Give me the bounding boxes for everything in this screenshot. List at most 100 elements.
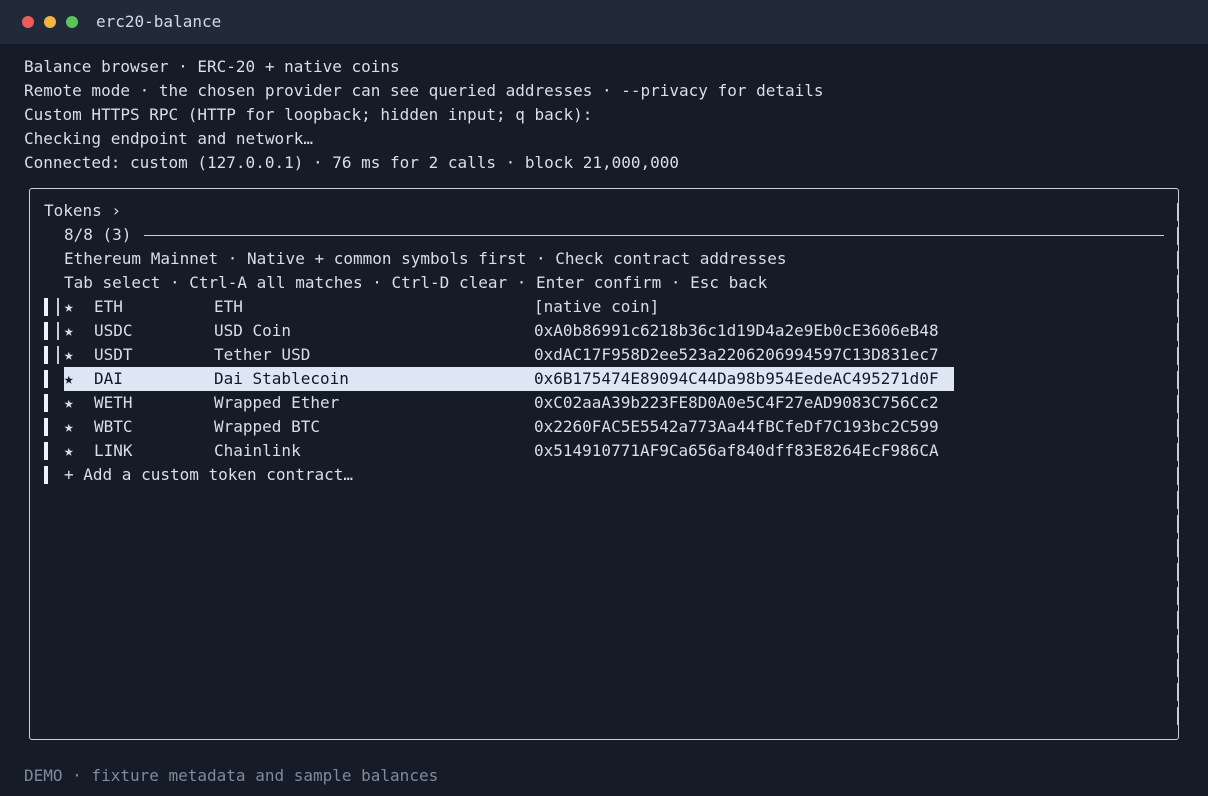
row-gutter-marker — [44, 394, 48, 412]
panel-border-segment — [1177, 443, 1178, 461]
panel-border-segment — [1177, 227, 1178, 245]
maximize-window-icon[interactable] — [66, 16, 78, 28]
panel-border-segment — [29, 515, 30, 533]
token-symbol: LINK — [94, 441, 133, 460]
panel-border-segment — [29, 467, 30, 485]
panel-border-segment — [29, 251, 30, 269]
token-symbol: WETH — [94, 393, 133, 412]
panel-border-segment — [1177, 563, 1178, 581]
selected-marker — [57, 322, 59, 340]
keys-help: Tab select · Ctrl-A all matches · Ctrl-D… — [64, 273, 768, 292]
panel-border-segment — [1177, 371, 1178, 389]
panel-border-segment — [1177, 515, 1178, 533]
panel-border-segment — [1177, 587, 1178, 605]
panel-border-segment — [1177, 611, 1178, 629]
panel-border-segment — [29, 539, 30, 557]
token-name: Dai Stablecoin — [214, 369, 349, 388]
panel-border-segment — [1177, 323, 1178, 341]
panel-border-segment — [29, 611, 30, 629]
header-line-checking: Checking endpoint and network… — [24, 129, 313, 148]
panel-border-segment — [1177, 347, 1178, 365]
network-info: Ethereum Mainnet · Native + common symbo… — [64, 249, 787, 268]
selected-marker — [57, 298, 59, 316]
token-row-link[interactable]: ★ LINK Chainlink 0x514910771AF9Ca656af840df… — [64, 439, 964, 463]
panel-title: Tokens › — [44, 201, 122, 220]
token-address: 0x2260FAC5E5542a773Aa44fBCfeDf7C193bc2C5… — [534, 417, 939, 436]
demo-footer: DEMO · fixture metadata and sample balan… — [24, 766, 439, 785]
panel-border-segment — [29, 227, 30, 245]
panel-border-segment — [1177, 251, 1178, 269]
favorite-star-icon: ★ — [64, 297, 74, 316]
panel-border-segment — [1177, 635, 1178, 653]
panel-divider — [144, 235, 1164, 236]
favorite-star-icon: ★ — [64, 321, 74, 340]
token-symbol: DAI — [94, 369, 123, 388]
favorite-star-icon: ★ — [64, 441, 74, 460]
close-window-icon[interactable] — [22, 16, 34, 28]
panel-border-segment — [1177, 203, 1178, 221]
token-name: Wrapped Ether — [214, 393, 340, 412]
panel-border-segment — [29, 683, 30, 701]
panel-border-segment — [29, 347, 30, 365]
token-address: 0xdAC17F958D2ee523a2206206994597C13D831e… — [534, 345, 939, 364]
panel-border-segment — [1177, 419, 1178, 437]
add-custom-token-button[interactable]: + Add a custom token contract… — [64, 463, 353, 487]
minimize-window-icon[interactable] — [44, 16, 56, 28]
row-gutter-marker — [44, 442, 48, 460]
panel-border-segment — [29, 419, 30, 437]
favorite-star-icon: ★ — [64, 393, 74, 412]
panel-border-segment — [1177, 707, 1178, 725]
token-name: Chainlink — [214, 441, 301, 460]
header-line-title: Balance browser · ERC-20 + native coins — [24, 57, 400, 76]
row-gutter-marker — [44, 370, 48, 388]
cursor-gutter-marker — [44, 466, 48, 484]
favorite-star-icon: ★ — [64, 345, 74, 364]
panel-border-segment — [1177, 491, 1178, 509]
token-name: Wrapped BTC — [214, 417, 320, 436]
selected-marker — [57, 346, 59, 364]
token-row-eth[interactable]: ★ ETH ETH [native coin] — [64, 295, 964, 319]
panel-border-segment — [29, 659, 30, 677]
panel-border-segment — [29, 443, 30, 461]
panel-border-segment — [29, 299, 30, 317]
token-name: USD Coin — [214, 321, 292, 340]
token-address: 0xC02aaA39b223FE8D0A0e5C4F27eAD9083C756C… — [534, 393, 939, 412]
token-row-dai[interactable]: ★ DAI Dai Stablecoin 0x6B175474E89094C44Da9… — [64, 367, 954, 391]
header-line-rpc-prompt: Custom HTTPS RPC (HTTP for loopback; hid… — [24, 105, 593, 124]
panel-border-segment — [29, 707, 30, 725]
token-symbol: ETH — [94, 297, 123, 316]
panel-border-segment — [29, 587, 30, 605]
window-titlebar: erc20-balance — [0, 0, 1208, 44]
panel-border-segment — [1177, 539, 1178, 557]
token-name: ETH — [214, 297, 243, 316]
token-row-weth[interactable]: ★ WETH Wrapped Ether 0xC02aaA39b223FE8D0A0e… — [64, 391, 964, 415]
token-row-wbtc[interactable]: ★ WBTC Wrapped BTC 0x2260FAC5E5542a773Aa44f… — [64, 415, 964, 439]
panel-border-segment — [1177, 299, 1178, 317]
panel-border-segment — [29, 323, 30, 341]
token-symbol: WBTC — [94, 417, 133, 436]
panel-border-segment — [1177, 659, 1178, 677]
row-gutter-marker — [44, 322, 48, 340]
token-address: 0xA0b86991c6218b36c1d19D4a2e9Eb0cE3606eB… — [534, 321, 939, 340]
panel-border-segment — [29, 635, 30, 653]
window-title: erc20-balance — [96, 12, 222, 31]
panel-border-segment — [29, 395, 30, 413]
row-gutter-marker — [44, 346, 48, 364]
panel-border-segment — [1177, 275, 1178, 293]
token-row-usdt[interactable]: ★ USDT Tether USD 0xdAC17F958D2ee523a220620… — [64, 343, 964, 367]
panel-border-segment — [29, 275, 30, 293]
panel-border-segment — [29, 491, 30, 509]
token-name: Tether USD — [214, 345, 311, 364]
panel-border-segment — [1177, 395, 1178, 413]
token-address: 0x514910771AF9Ca656af840dff83E8264EcF986… — [534, 441, 939, 460]
panel-border-segment — [29, 203, 30, 221]
favorite-star-icon: ★ — [64, 369, 74, 388]
panel-border-segment — [1177, 467, 1178, 485]
header-line-connected: Connected: custom (127.0.0.1) · 76 ms fo… — [24, 153, 680, 172]
token-row-usdc[interactable]: ★ USDC USD Coin 0xA0b86991c6218b36c1d19D4a2… — [64, 319, 964, 343]
token-symbol: USDC — [94, 321, 133, 340]
match-count: 8/8 (3) — [64, 225, 132, 244]
row-gutter-marker — [44, 298, 48, 316]
token-address: 0x6B175474E89094C44Da98b954EedeAC495271d… — [534, 369, 939, 388]
favorite-star-icon: ★ — [64, 417, 74, 436]
